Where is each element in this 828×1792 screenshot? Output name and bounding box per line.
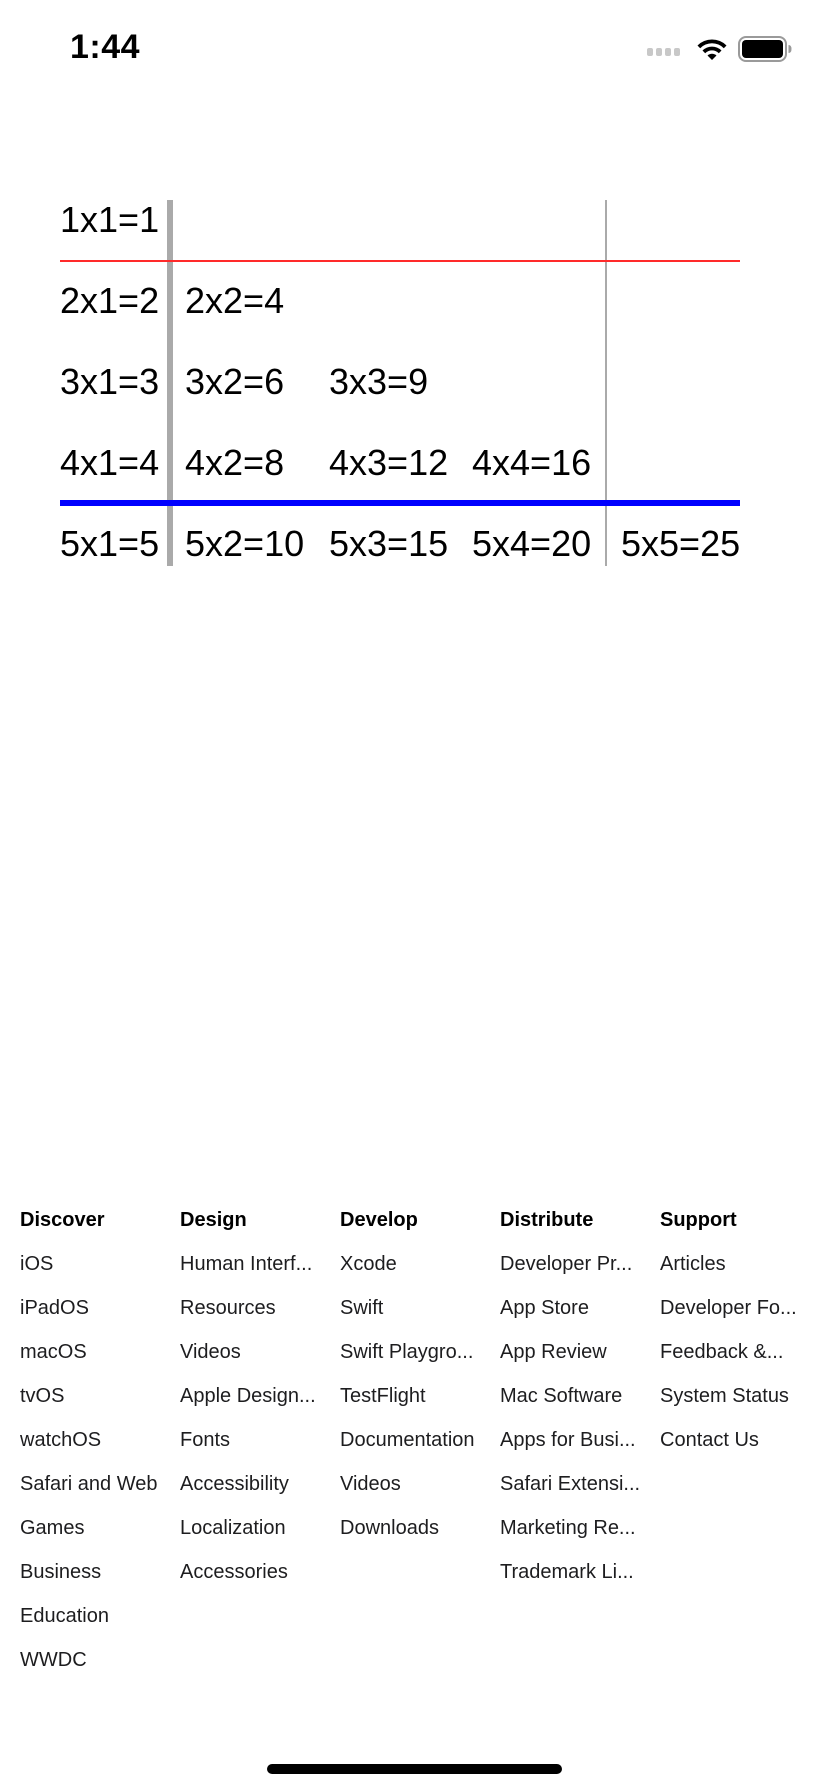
table-cell: 2x1=2	[60, 280, 160, 321]
footer-link[interactable]: Safari Extensi...	[500, 1464, 660, 1508]
table-cell: 1x1=1	[60, 199, 160, 240]
footer-column-discover: Discover iOS iPadOS macOS tvOS watchOS S…	[20, 1200, 180, 1684]
footer-link[interactable]: Developer Pr...	[500, 1244, 660, 1288]
footer-link[interactable]: Marketing Re...	[500, 1508, 660, 1552]
table-cell: 4x4=16	[472, 442, 592, 483]
footer-column-distribute: Distribute Developer Pr... App Store App…	[500, 1200, 660, 1684]
multiplication-table: 1x1=1 2x1=2 2x2=4 3x1=3 3x2=6 3x3=9 4x1=…	[0, 0, 828, 600]
footer-column-design: Design Human Interf... Resources Videos …	[180, 1200, 340, 1684]
footer-link[interactable]: iOS	[20, 1244, 180, 1288]
column-divider-thin	[605, 200, 607, 566]
column-divider-thick	[167, 200, 173, 566]
footer-link[interactable]: Trademark Li...	[500, 1552, 660, 1596]
home-indicator[interactable]	[267, 1764, 562, 1774]
footer-link[interactable]: Videos	[180, 1332, 340, 1376]
footer-link[interactable]: iPadOS	[20, 1288, 180, 1332]
footer-link[interactable]: Games	[20, 1508, 180, 1552]
footer-link[interactable]: Mac Software	[500, 1376, 660, 1420]
footer-link[interactable]: TestFlight	[340, 1376, 500, 1420]
footer-column-support: Support Articles Developer Fo... Feedbac…	[660, 1200, 820, 1684]
footer-column-title: Design	[180, 1209, 247, 1231]
row-divider-red	[60, 260, 740, 262]
footer-link[interactable]: Safari and Web	[20, 1464, 180, 1508]
footer-nav: Discover iOS iPadOS macOS tvOS watchOS S…	[20, 1200, 820, 1684]
row-divider-blue	[60, 500, 740, 506]
footer-link[interactable]: tvOS	[20, 1376, 180, 1420]
footer-link[interactable]: App Review	[500, 1332, 660, 1376]
footer-link[interactable]: Apple Design...	[180, 1376, 340, 1420]
table-cell: 3x1=3	[60, 361, 160, 402]
footer-column-title: Discover	[20, 1209, 105, 1231]
footer-link[interactable]: Developer Fo...	[660, 1288, 810, 1332]
table-cell: 5x4=20	[472, 523, 592, 564]
footer-link[interactable]: Articles	[660, 1244, 810, 1288]
table-cell: 3x2=6	[185, 361, 285, 402]
footer-link[interactable]: Contact Us	[660, 1420, 810, 1464]
table-cell: 4x3=12	[329, 442, 449, 483]
footer-link[interactable]: Human Interf...	[180, 1244, 340, 1288]
footer-link[interactable]: Feedback &...	[660, 1332, 810, 1376]
table-cell: 5x3=15	[329, 523, 449, 564]
footer-link[interactable]: Business	[20, 1552, 180, 1596]
footer-column-title: Support	[660, 1209, 737, 1231]
table-cell: 2x2=4	[185, 280, 285, 321]
footer-link[interactable]: System Status	[660, 1376, 810, 1420]
footer-link[interactable]: Swift Playgro...	[340, 1332, 500, 1376]
footer-column-title: Develop	[340, 1209, 418, 1231]
footer-link[interactable]: Accessories	[180, 1552, 340, 1596]
footer-link[interactable]: Xcode	[340, 1244, 500, 1288]
footer-column-title: Distribute	[500, 1209, 594, 1231]
footer-link[interactable]: Resources	[180, 1288, 340, 1332]
footer-link[interactable]: Swift	[340, 1288, 500, 1332]
table-cell: 4x2=8	[185, 442, 285, 483]
footer-link[interactable]: Downloads	[340, 1508, 500, 1552]
footer-link[interactable]: App Store	[500, 1288, 660, 1332]
table-cell: 5x1=5	[60, 523, 160, 564]
footer-link[interactable]: Education	[20, 1596, 180, 1640]
footer-column-develop: Develop Xcode Swift Swift Playgro... Tes…	[340, 1200, 500, 1684]
footer-link[interactable]: Accessibility	[180, 1464, 340, 1508]
footer-link[interactable]: Apps for Busi...	[500, 1420, 660, 1464]
footer-link[interactable]: Localization	[180, 1508, 340, 1552]
table-cell: 4x1=4	[60, 442, 160, 483]
footer-link[interactable]: macOS	[20, 1332, 180, 1376]
footer-link[interactable]: Videos	[340, 1464, 500, 1508]
footer-link[interactable]: watchOS	[20, 1420, 180, 1464]
footer-link[interactable]: Fonts	[180, 1420, 340, 1464]
table-cell: 5x2=10	[185, 523, 305, 564]
footer-link[interactable]: Documentation	[340, 1420, 500, 1464]
table-cell: 3x3=9	[329, 361, 429, 402]
table-cell: 5x5=25	[621, 523, 741, 564]
footer-link[interactable]: WWDC	[20, 1640, 180, 1684]
